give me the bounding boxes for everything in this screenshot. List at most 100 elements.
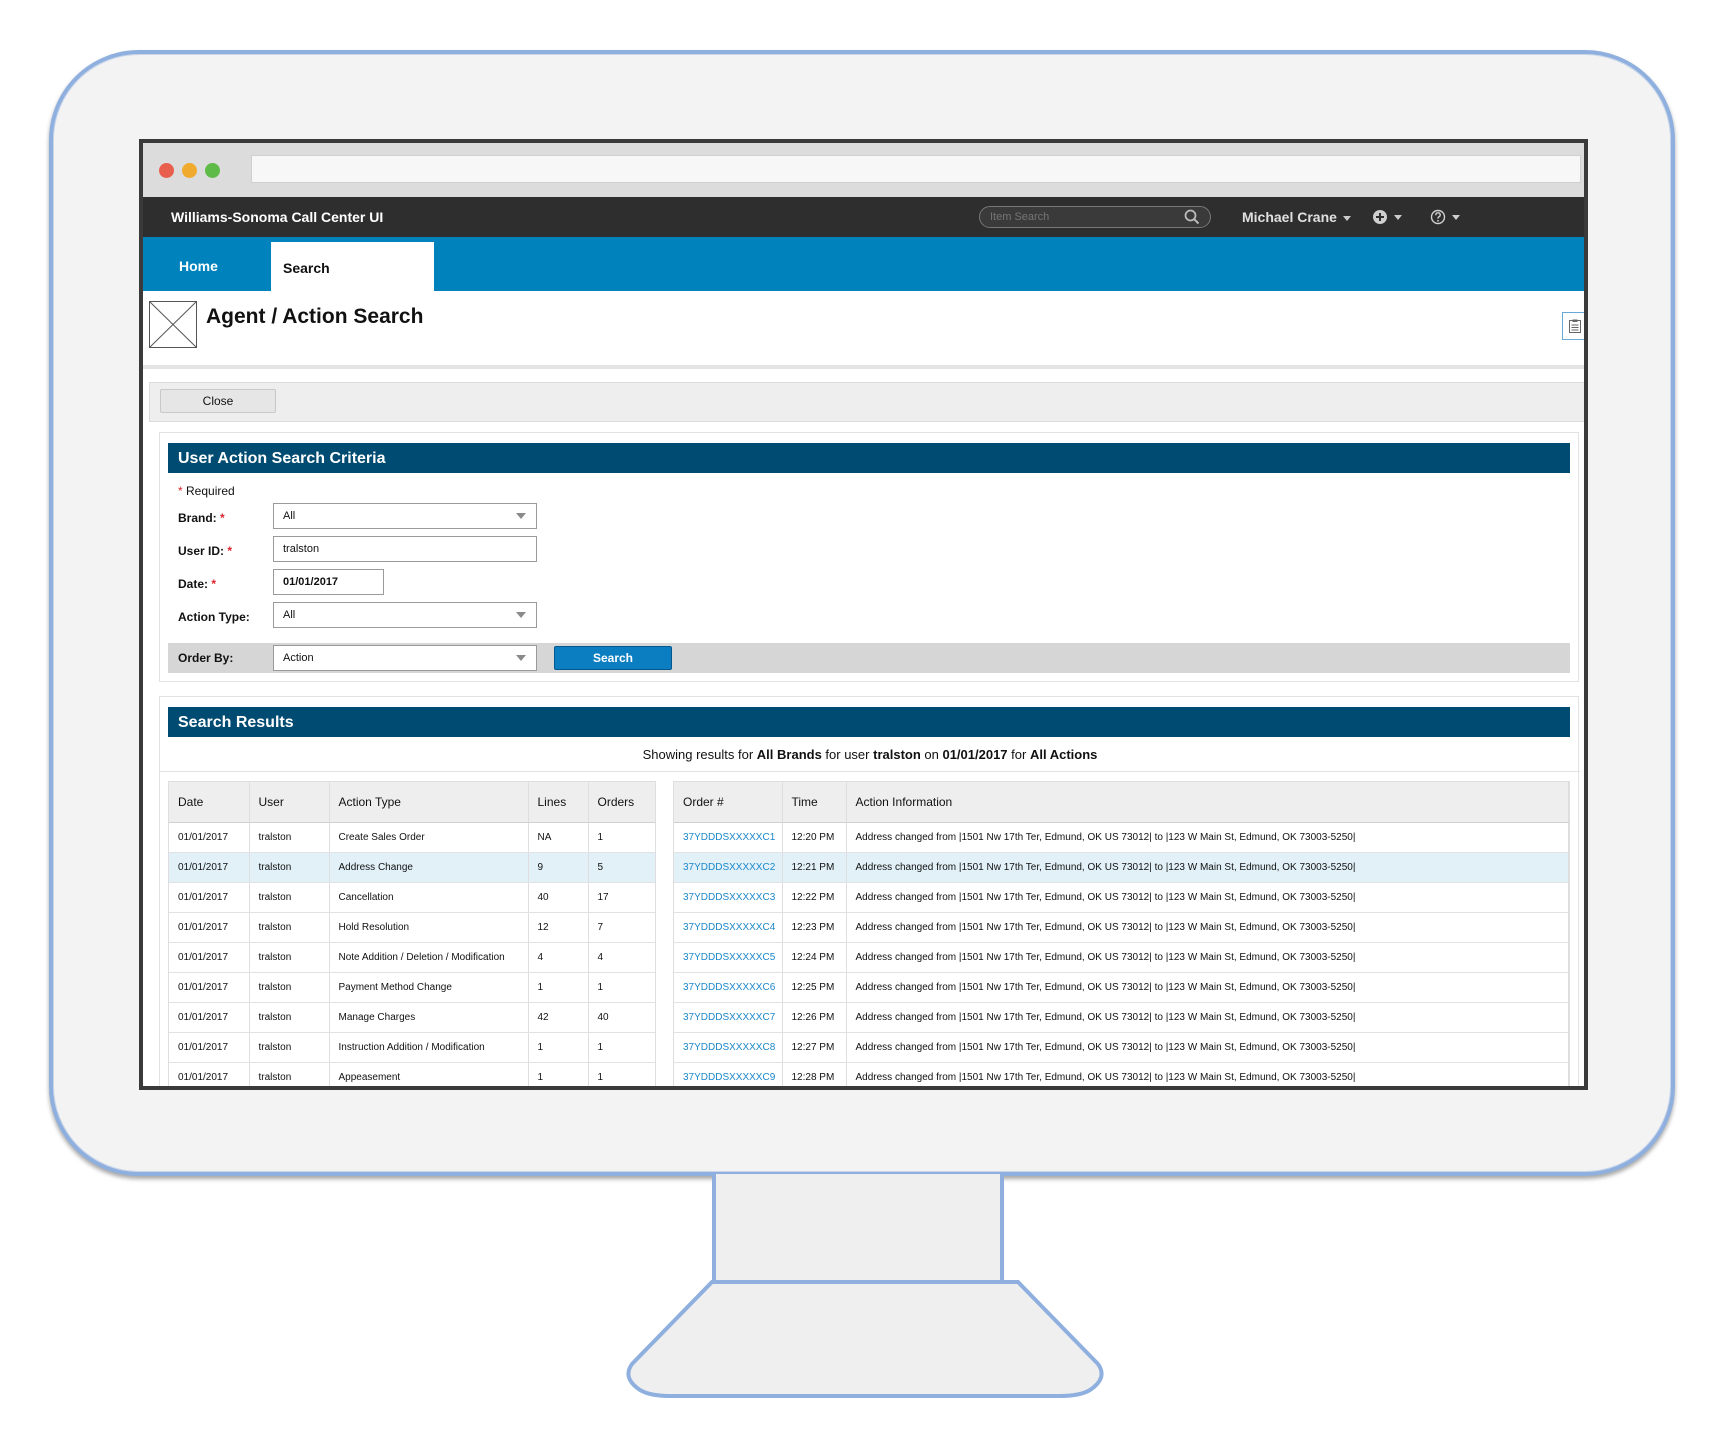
chevron-down-icon bbox=[516, 612, 526, 618]
brand-select[interactable]: All bbox=[273, 503, 537, 529]
table-cell: 12:26 PM bbox=[782, 1002, 847, 1033]
table-cell: 01/01/2017 bbox=[169, 852, 250, 883]
table-cell: 1 bbox=[588, 822, 655, 853]
table-cell: Address changed from |1501 Nw 17th Ter, … bbox=[846, 852, 1569, 883]
clipboard-button[interactable] bbox=[1562, 312, 1584, 340]
table-row[interactable]: 37YDDDSXXXXXC4 12:23 PM Address changed fr… bbox=[674, 912, 1569, 943]
table-cell: 12 bbox=[528, 912, 589, 943]
table-cell: 1 bbox=[528, 1032, 589, 1063]
table-cell: 1 bbox=[588, 1062, 655, 1086]
address-bar[interactable] bbox=[251, 155, 1581, 183]
table-cell: 17 bbox=[588, 882, 655, 913]
table-row[interactable]: 01/01/2017 tralston Hold Resolution 12 7 bbox=[169, 912, 655, 943]
order-number-link[interactable]: 37YDDDSXXXXXC6 bbox=[674, 972, 783, 1003]
right-column-header[interactable]: Action Information bbox=[846, 782, 1569, 823]
window-close-dot[interactable] bbox=[159, 163, 174, 178]
table-row[interactable]: 01/01/2017 tralston Create Sales Order NA 1 bbox=[169, 822, 655, 853]
table-cell: Manage Charges bbox=[329, 1002, 529, 1033]
order-details-table-header: Order # Time Action Information bbox=[674, 782, 1569, 823]
table-cell: 4 bbox=[528, 942, 589, 973]
table-cell: 12:24 PM bbox=[782, 942, 847, 973]
plus-circle-icon bbox=[1373, 210, 1387, 224]
user-menu[interactable]: Michael Crane bbox=[1242, 209, 1351, 225]
search-icon[interactable] bbox=[1184, 209, 1200, 225]
required-marker: * bbox=[220, 511, 225, 525]
table-cell: 01/01/2017 bbox=[169, 912, 250, 943]
summary-brand: All Brands bbox=[756, 747, 822, 762]
order-number-link[interactable]: 37YDDDSXXXXXC2 bbox=[674, 852, 783, 883]
chevron-down-icon bbox=[1394, 214, 1402, 220]
table-cell: Address changed from |1501 Nw 17th Ter, … bbox=[846, 972, 1569, 1003]
tab-search[interactable]: Search bbox=[271, 242, 434, 291]
summary-actions: All Actions bbox=[1029, 747, 1098, 762]
table-cell: Cancellation bbox=[329, 882, 529, 913]
table-row[interactable]: 37YDDDSXXXXXC1 12:20 PM Address changed fr… bbox=[674, 822, 1569, 853]
order-by-select[interactable]: Action bbox=[273, 645, 537, 671]
action-type-select[interactable]: All bbox=[273, 602, 537, 628]
left-column-header[interactable]: User bbox=[249, 782, 330, 823]
date-input[interactable] bbox=[273, 569, 384, 595]
order-number-link[interactable]: 37YDDDSXXXXXC1 bbox=[674, 822, 783, 853]
table-row[interactable]: 01/01/2017 tralston Payment Method Change 1… bbox=[169, 972, 655, 1003]
table-row[interactable]: 37YDDDSXXXXXC2 12:21 PM Address changed fr… bbox=[674, 852, 1569, 883]
order-number-link[interactable]: 37YDDDSXXXXXC5 bbox=[674, 942, 783, 973]
summary-user: tralston bbox=[873, 747, 921, 762]
table-row[interactable]: 01/01/2017 tralston Address Change 9 5 bbox=[169, 852, 655, 883]
right-column-header[interactable]: Order # bbox=[674, 782, 783, 823]
right-column-header[interactable]: Time bbox=[782, 782, 847, 823]
search-criteria-panel: User Action Search Criteria * Required B… bbox=[159, 432, 1579, 682]
table-row[interactable]: 37YDDDSXXXXXC3 12:22 PM Address changed fr… bbox=[674, 882, 1569, 913]
required-marker: * bbox=[211, 577, 217, 591]
table-cell: 12:20 PM bbox=[782, 822, 847, 853]
table-cell: tralston bbox=[249, 822, 330, 853]
add-menu[interactable] bbox=[1372, 208, 1402, 226]
table-row[interactable]: 01/01/2017 tralston Instruction Addition /… bbox=[169, 1032, 655, 1063]
table-cell: 12:22 PM bbox=[782, 882, 847, 913]
table-row[interactable]: 01/01/2017 tralston Cancellation 40 17 bbox=[169, 882, 655, 913]
table-row[interactable]: 37YDDDSXXXXXC6 12:25 PM Address changed fr… bbox=[674, 972, 1569, 1003]
left-column-header[interactable]: Orders bbox=[588, 782, 655, 823]
table-cell: tralston bbox=[249, 942, 330, 973]
table-cell: 12:25 PM bbox=[782, 972, 847, 1003]
table-row[interactable]: 37YDDDSXXXXXC5 12:24 PM Address changed fr… bbox=[674, 942, 1569, 973]
order-number-link[interactable]: 37YDDDSXXXXXC8 bbox=[674, 1032, 783, 1063]
table-cell: Address changed from |1501 Nw 17th Ter, … bbox=[846, 1062, 1569, 1086]
table-row[interactable]: 37YDDDSXXXXXC7 12:26 PM Address changed fr… bbox=[674, 1002, 1569, 1033]
chevron-down-icon bbox=[1452, 214, 1460, 220]
window-maximize-dot[interactable] bbox=[205, 163, 220, 178]
table-cell: Appeasement bbox=[329, 1062, 529, 1086]
page-header: Agent / Action Search bbox=[143, 291, 1584, 369]
left-column-header[interactable]: Lines bbox=[528, 782, 589, 823]
actions-table-header: Date User Action Type Lines Orders bbox=[169, 782, 655, 823]
table-row[interactable]: 01/01/2017 tralston Appeasement 1 1 bbox=[169, 1062, 655, 1086]
required-note: * Required bbox=[178, 484, 235, 498]
search-button[interactable]: Search bbox=[554, 646, 672, 670]
table-cell: tralston bbox=[249, 972, 330, 1003]
table-row[interactable]: 37YDDDSXXXXXC9 12:28 PM Address changed fr… bbox=[674, 1062, 1569, 1086]
order-number-link[interactable]: 37YDDDSXXXXXC3 bbox=[674, 882, 783, 913]
close-button[interactable]: Close bbox=[160, 389, 276, 413]
left-column-header[interactable]: Action Type bbox=[329, 782, 529, 823]
item-search-input[interactable] bbox=[979, 206, 1211, 228]
order-number-link[interactable]: 37YDDDSXXXXXC7 bbox=[674, 1002, 783, 1033]
image-placeholder-icon bbox=[149, 301, 197, 348]
left-column-header[interactable]: Date bbox=[169, 782, 250, 823]
table-cell: NA bbox=[528, 822, 589, 853]
order-number-link[interactable]: 37YDDDSXXXXXC9 bbox=[674, 1062, 783, 1086]
table-cell: Payment Method Change bbox=[329, 972, 529, 1003]
table-cell: 1 bbox=[588, 972, 655, 1003]
table-row[interactable]: 01/01/2017 tralston Note Addition / Deleti… bbox=[169, 942, 655, 973]
help-menu[interactable] bbox=[1430, 208, 1460, 226]
user-id-input[interactable] bbox=[273, 536, 537, 562]
table-cell: 01/01/2017 bbox=[169, 972, 250, 1003]
table-row[interactable]: 01/01/2017 tralston Manage Charges 42 40 bbox=[169, 1002, 655, 1033]
window-minimize-dot[interactable] bbox=[182, 163, 197, 178]
order-number-link[interactable]: 37YDDDSXXXXXC4 bbox=[674, 912, 783, 943]
results-summary: Showing results for All Brands for user … bbox=[160, 747, 1580, 762]
table-cell: tralston bbox=[249, 912, 330, 943]
table-row[interactable]: 37YDDDSXXXXXC8 12:27 PM Address changed fr… bbox=[674, 1032, 1569, 1063]
monitor-stand-base bbox=[626, 1280, 1104, 1398]
browser-window: Williams-Sonoma Call Center UI Michael C… bbox=[139, 139, 1588, 1090]
table-cell: 1 bbox=[528, 972, 589, 1003]
order-details-table: Order # Time Action Information 37YDDDSXXX… bbox=[673, 781, 1570, 1086]
